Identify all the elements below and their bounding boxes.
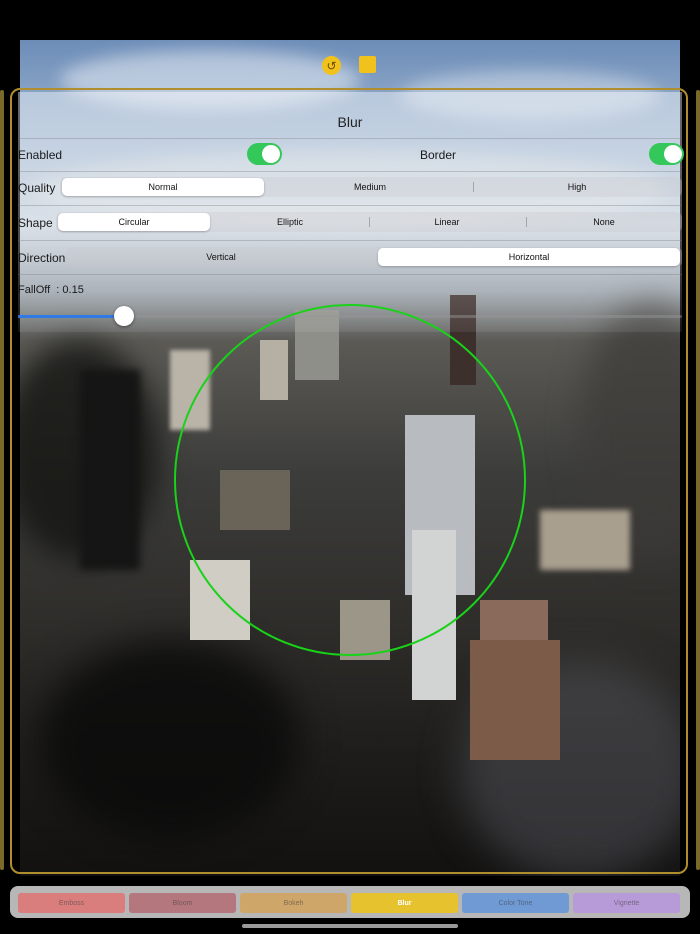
left-edge-handle[interactable] — [0, 90, 4, 870]
undo-glyph: ↺ — [326, 58, 337, 73]
enabled-toggle[interactable] — [247, 143, 282, 165]
filter-bloom-button[interactable]: Bloom — [129, 893, 236, 913]
top-toolbar: ↺ — [0, 55, 700, 77]
filter-bar: Emboss Bloom Bokeh Blur Color Tone Vigne… — [10, 886, 690, 918]
shape-label: Shape — [18, 216, 53, 230]
filter-blur-button[interactable]: Blur — [351, 893, 458, 913]
blur-focus-circle[interactable] — [174, 304, 526, 656]
divider — [18, 240, 682, 241]
filter-color-tone-button[interactable]: Color Tone — [462, 893, 569, 913]
right-edge-handle[interactable] — [696, 90, 700, 870]
quality-segmented-control: Normal Medium High — [60, 177, 682, 197]
filter-bokeh-button[interactable]: Bokeh — [240, 893, 347, 913]
quality-label: Quality — [18, 181, 56, 195]
filter-emboss-button[interactable]: Emboss — [18, 893, 125, 913]
quality-option-medium[interactable]: Medium — [268, 178, 472, 196]
shape-option-linear[interactable]: Linear — [371, 213, 523, 231]
divider — [18, 274, 682, 275]
divider — [18, 171, 682, 172]
panel-title: Blur — [337, 114, 363, 130]
divider — [18, 138, 682, 139]
falloff-slider-fill — [18, 315, 124, 318]
filter-emboss-label: Emboss — [58, 899, 85, 907]
filter-bloom-label: Bloom — [172, 899, 193, 907]
home-indicator — [242, 924, 458, 928]
direction-label: Direction — [18, 251, 66, 265]
filter-color-tone-label: Color Tone — [498, 899, 533, 907]
direction-option-vertical[interactable]: Vertical — [68, 248, 374, 266]
divider — [18, 205, 682, 206]
filter-vignette-button[interactable]: Vignette — [573, 893, 680, 913]
border-toggle[interactable] — [649, 143, 684, 165]
falloff-label: FallOff : 0.15 — [18, 284, 84, 296]
shape-option-elliptic[interactable]: Elliptic — [214, 213, 366, 231]
filter-vignette-label: Vignette — [613, 899, 640, 907]
border-label: Border — [420, 148, 457, 162]
shape-option-none[interactable]: None — [528, 213, 680, 231]
falloff-slider-thumb[interactable] — [114, 306, 134, 326]
filter-blur-label: Blur — [397, 899, 412, 907]
quality-option-normal[interactable]: Normal — [62, 178, 264, 196]
enabled-label: Enabled — [18, 148, 63, 162]
direction-segmented-control: Vertical Horizontal — [66, 247, 682, 267]
shape-option-circular[interactable]: Circular — [58, 213, 210, 231]
filter-bokeh-label: Bokeh — [283, 899, 304, 907]
stop-icon[interactable] — [359, 56, 376, 73]
shape-segmented-control: Circular Elliptic Linear None — [56, 212, 682, 232]
quality-option-high[interactable]: High — [474, 178, 680, 196]
undo-icon[interactable]: ↺ — [322, 56, 341, 75]
direction-option-horizontal[interactable]: Horizontal — [378, 248, 680, 266]
